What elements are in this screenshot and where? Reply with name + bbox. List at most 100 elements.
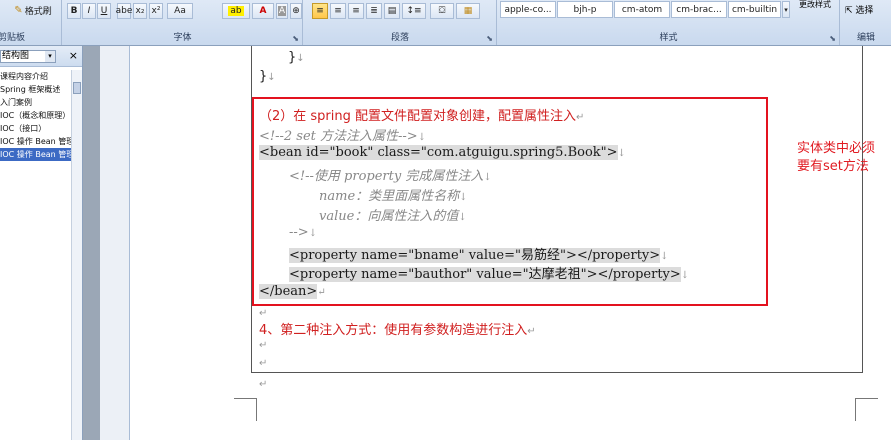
nav-item[interactable]: IOC（概念和原理） — [0, 109, 82, 122]
comment-property: <!--使用 property 完成属性注入↓ — [289, 169, 492, 184]
styles-dialog-launcher-icon[interactable]: ⬊ — [829, 34, 836, 43]
style-apple-co[interactable]: apple-co... — [500, 1, 556, 18]
italic-button[interactable]: I — [82, 3, 96, 19]
font-dialog-launcher-icon[interactable]: ⬊ — [292, 34, 299, 43]
font-group: B I Uabe x₂ x² Aa ab A A ⊕ 字体 ⬊ — [63, 0, 303, 45]
change-styles-button[interactable]: 更改样式 — [792, 0, 838, 10]
comment-close: -->↓ — [289, 225, 318, 240]
underline-icon: U — [100, 6, 108, 16]
chevron-down-icon: ▾ — [45, 51, 55, 62]
chevron-down-icon: ▾ — [784, 5, 788, 14]
nav-scrollbar[interactable] — [71, 70, 82, 440]
style-cm-atom[interactable]: cm-atom — [614, 1, 670, 18]
nav-tree: 课程内容介绍 Spring 框架概述 入门案例 IOC（概念和原理） IOC（接口） IO… — [0, 70, 82, 161]
empty-paragraph: ↵ — [259, 340, 268, 351]
shading-button[interactable]: ⛋ — [430, 3, 454, 19]
ribbon: ✎ 格式刷 剪贴板 B I Uabe x₂ x² Aa ab A A ⊕ 字体 ⬊ ≡ ≡… — [0, 0, 891, 46]
highlight-button[interactable]: ab — [222, 3, 250, 19]
empty-paragraph: ↵ — [259, 379, 268, 390]
align-right-icon: ≡ — [352, 6, 360, 16]
property-2: <property name="bauthor" value="达摩老祖"></… — [289, 267, 690, 282]
doc-line: }↓ — [259, 69, 276, 84]
strikethrough-button[interactable]: abe — [115, 3, 133, 19]
align-left-icon: ≡ — [316, 6, 324, 16]
distributed-button[interactable]: ▤ — [384, 3, 400, 19]
superscript-button[interactable]: x² — [149, 3, 163, 19]
paint-bucket-icon: ⛋ — [438, 6, 446, 16]
justify-button[interactable]: ≣ — [366, 3, 382, 19]
heading-4: 4、第二种注入方式：使用有参数构造进行注入↵ — [259, 323, 536, 338]
styles-label: 样式 — [659, 33, 678, 43]
comment-set: <!--2 set 方法注入属性-->↓ — [259, 129, 427, 144]
font-color-button[interactable]: A — [252, 3, 274, 19]
heading-2: （2）在 spring 配置文件配置对象创建，配置属性注入↵ — [259, 109, 585, 124]
italic-icon: I — [87, 6, 91, 16]
align-right-button[interactable]: ≡ — [348, 3, 364, 19]
annotation-note: 实体类中必须要有set方法 — [797, 141, 876, 174]
vertical-ruler — [100, 46, 130, 440]
nav-item[interactable]: 入门案例 — [0, 96, 82, 109]
nav-item[interactable]: IOC 操作 Bean 管理（ — [0, 148, 82, 161]
enclose-char-icon: ⊕ — [292, 6, 300, 16]
editing-group: ⇱ 选择 编辑 — [841, 0, 891, 45]
line-spacing-button[interactable]: ↕≡ — [402, 3, 426, 19]
paragraph-group: ≡ ≡ ≡ ≣ ▤ ↕≡ ⛋ ▦ 段落 ⬊ — [304, 0, 497, 45]
strikethrough-icon: abe — [115, 6, 133, 16]
cursor-icon: ⇱ — [845, 6, 853, 16]
align-center-icon: ≡ — [334, 6, 342, 16]
page-corner-mark — [855, 398, 878, 421]
page-corner-mark — [234, 398, 257, 421]
scroll-thumb[interactable] — [73, 82, 81, 94]
format-painter-button[interactable]: ✎ 格式刷 — [8, 2, 58, 18]
char-shading-button[interactable]: A — [276, 3, 288, 19]
clipboard-group: ✎ 格式刷 剪贴板 — [0, 0, 62, 45]
brush-icon: ✎ — [14, 4, 23, 16]
nav-item[interactable]: 课程内容介绍 — [0, 70, 82, 83]
change-case-button[interactable]: Aa — [167, 3, 193, 19]
highlighter-icon: ab — [228, 6, 244, 16]
editing-label: 编辑 — [856, 33, 875, 43]
nav-view-select[interactable]: 结构图 ▾ — [0, 50, 56, 63]
superscript-icon: x² — [151, 6, 161, 16]
empty-paragraph: ↵ — [259, 308, 268, 319]
select-button[interactable]: ⇱ 选择 — [845, 3, 873, 16]
borders-button[interactable]: ▦ — [456, 3, 480, 19]
doc-line: }↓ — [288, 50, 305, 65]
nav-item[interactable]: IOC 操作 Bean 管理（ — [0, 135, 82, 148]
subscript-button[interactable]: x₂ — [133, 3, 147, 19]
clipboard-label: 剪贴板 — [0, 33, 26, 43]
navigation-pane: 结构图 ▾ × 课程内容介绍 Spring 框架概述 入门案例 IOC（概念和原理） I… — [0, 46, 83, 440]
bold-button[interactable]: B — [67, 3, 81, 19]
empty-paragraph: ↵ — [259, 358, 268, 369]
style-cm-builtin[interactable]: cm-builtin — [728, 1, 781, 18]
styles-group: apple-co... bjh-p cm-atom cm-brac... cm-… — [498, 0, 840, 45]
align-center-button[interactable]: ≡ — [330, 3, 346, 19]
justify-icon: ≣ — [370, 6, 378, 16]
nav-item[interactable]: Spring 框架概述 — [0, 83, 82, 96]
paragraph-label: 段落 — [390, 33, 409, 43]
style-cm-brac[interactable]: cm-brac... — [671, 1, 727, 18]
borders-icon: ▦ — [463, 6, 473, 16]
char-shading-icon: A — [277, 6, 287, 16]
line-spacing-icon: ↕≡ — [406, 6, 422, 16]
styles-scroll-button[interactable]: ▾ — [782, 1, 790, 18]
style-bjh-p[interactable]: bjh-p — [557, 1, 613, 18]
property-1: <property name="bname" value="易筋经"></pro… — [289, 248, 669, 263]
change-case-icon: Aa — [174, 6, 186, 16]
font-label: 字体 — [173, 33, 192, 43]
font-color-icon: A — [259, 6, 267, 16]
comment-value: value：向属性注入的值↓ — [319, 209, 467, 224]
comment-name: name：类里面属性名称↓ — [319, 189, 468, 204]
nav-header: 结构图 ▾ × — [0, 46, 82, 67]
bean-close: </bean>↵ — [259, 284, 326, 299]
close-icon[interactable]: × — [69, 49, 78, 62]
bean-open: <bean id="book" class="com.atguigu.sprin… — [259, 145, 626, 160]
enclose-char-button[interactable]: ⊕ — [290, 3, 302, 19]
align-left-button[interactable]: ≡ — [312, 3, 328, 19]
distributed-icon: ▤ — [387, 6, 397, 16]
nav-item[interactable]: IOC（接口） — [0, 122, 82, 135]
paragraph-dialog-launcher-icon[interactable]: ⬊ — [486, 34, 493, 43]
subscript-icon: x₂ — [135, 6, 145, 16]
underline-button[interactable]: U — [97, 3, 111, 19]
bold-icon: B — [70, 6, 78, 16]
